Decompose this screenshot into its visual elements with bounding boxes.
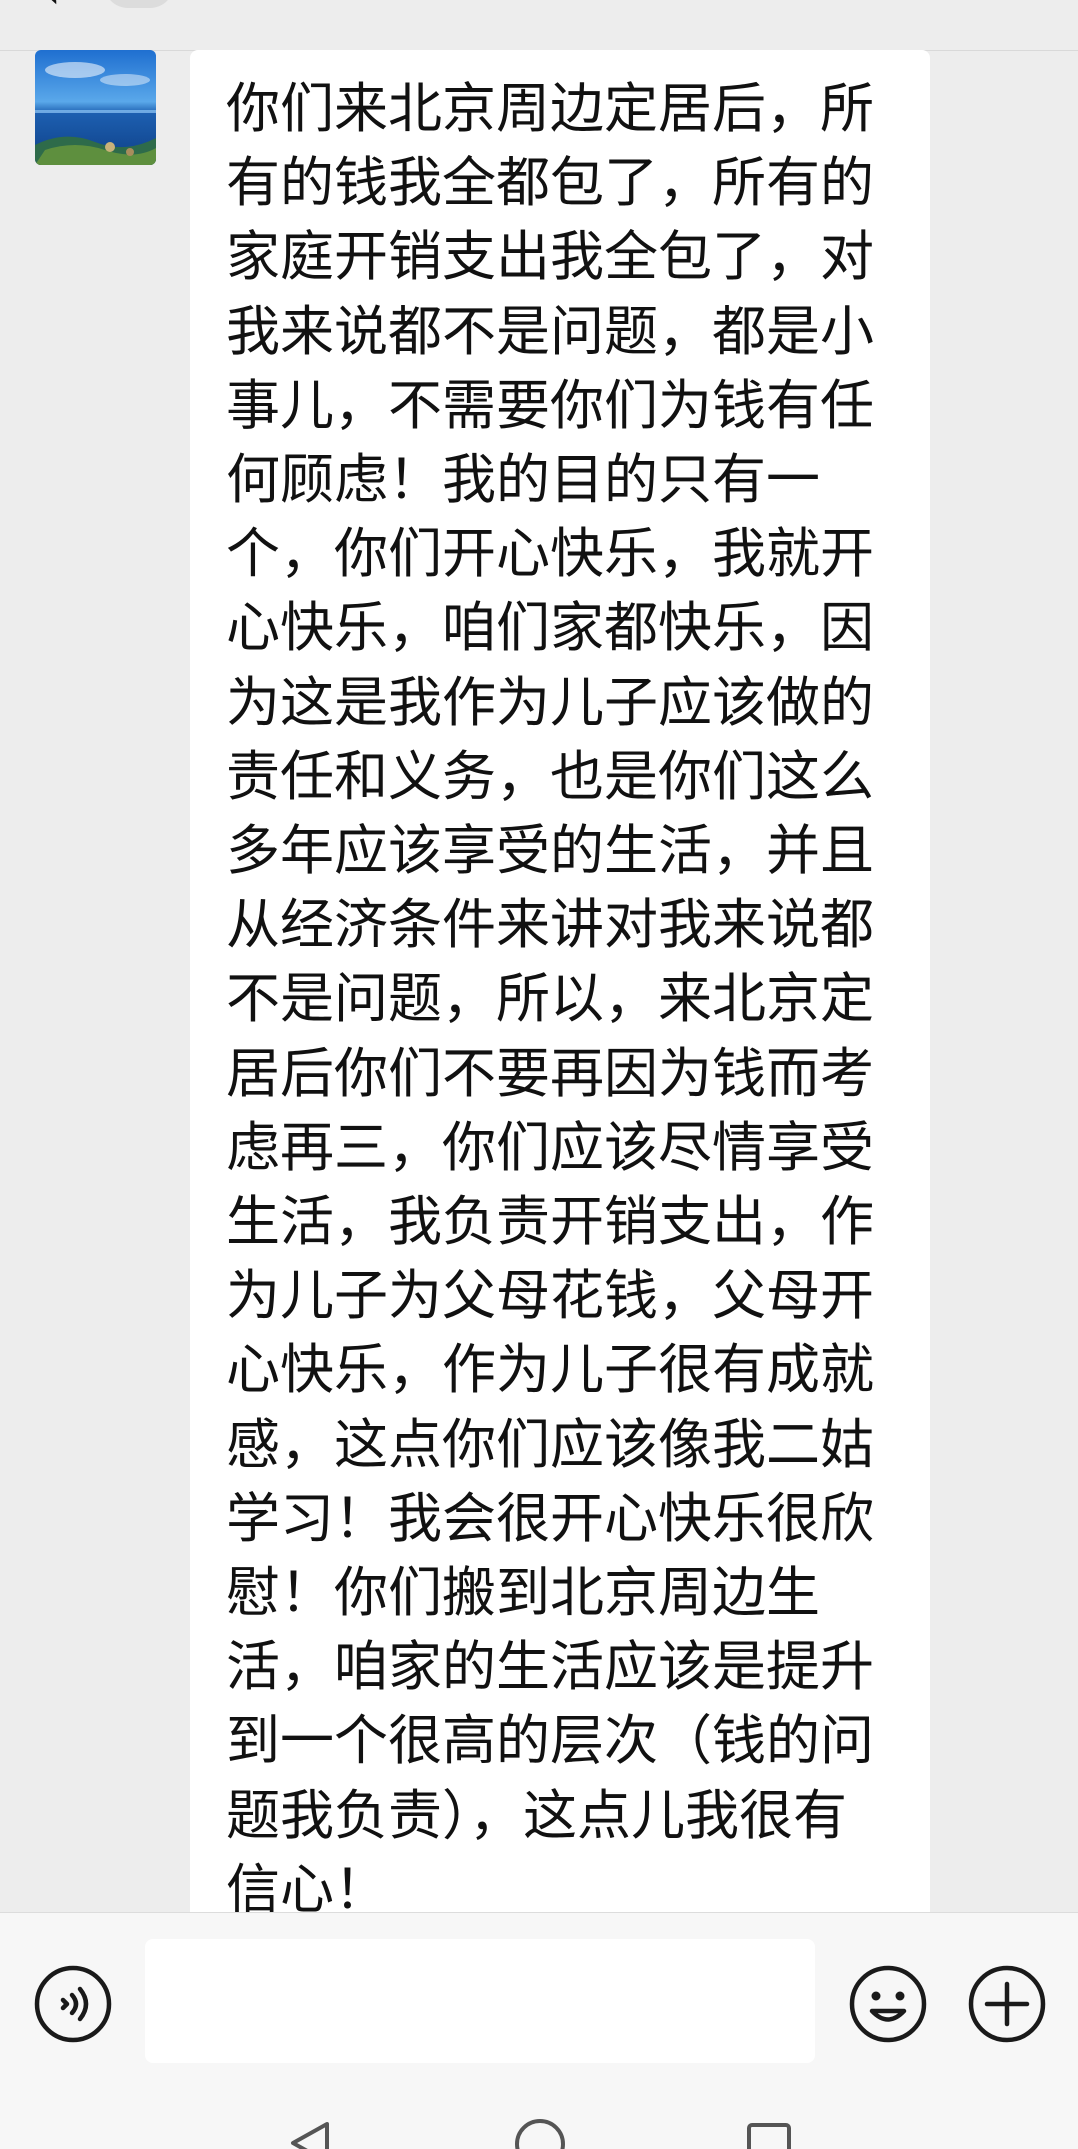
system-nav-bar bbox=[0, 2072, 1078, 2149]
chat-title bbox=[380, 0, 700, 12]
nav-recent-icon[interactable] bbox=[744, 2120, 794, 2149]
message-text: 你们来北京周边定居后，所有的钱我全都包了，所有的家庭开销支出我全包了，对我来说都… bbox=[226, 77, 874, 1912]
plus-icon[interactable] bbox=[967, 1964, 1047, 2044]
message-bubble[interactable]: 你们来北京周边定居后，所有的钱我全都包了，所有的家庭开销支出我全包了，对我来说都… bbox=[190, 50, 930, 1912]
nav-back-icon[interactable] bbox=[285, 2118, 335, 2149]
message-list[interactable]: 你们来北京周边定居后，所有的钱我全都包了，所有的家庭开销支出我全包了，对我来说都… bbox=[0, 50, 1078, 1912]
message-input[interactable] bbox=[145, 1939, 815, 2063]
nav-home-icon[interactable] bbox=[512, 2116, 568, 2149]
chat-header: ‹ bbox=[0, 0, 1078, 51]
ocean-avatar[interactable] bbox=[35, 50, 156, 165]
header-pill[interactable] bbox=[104, 0, 174, 8]
chevron-left-icon[interactable]: ‹ bbox=[44, 0, 84, 14]
ocean-avatar-image bbox=[35, 50, 156, 165]
voice-icon[interactable] bbox=[33, 1964, 112, 2043]
emoji-icon[interactable] bbox=[848, 1964, 928, 2044]
chat-screen: ‹ bbox=[0, 0, 1078, 2149]
input-bar bbox=[0, 1912, 1078, 2073]
